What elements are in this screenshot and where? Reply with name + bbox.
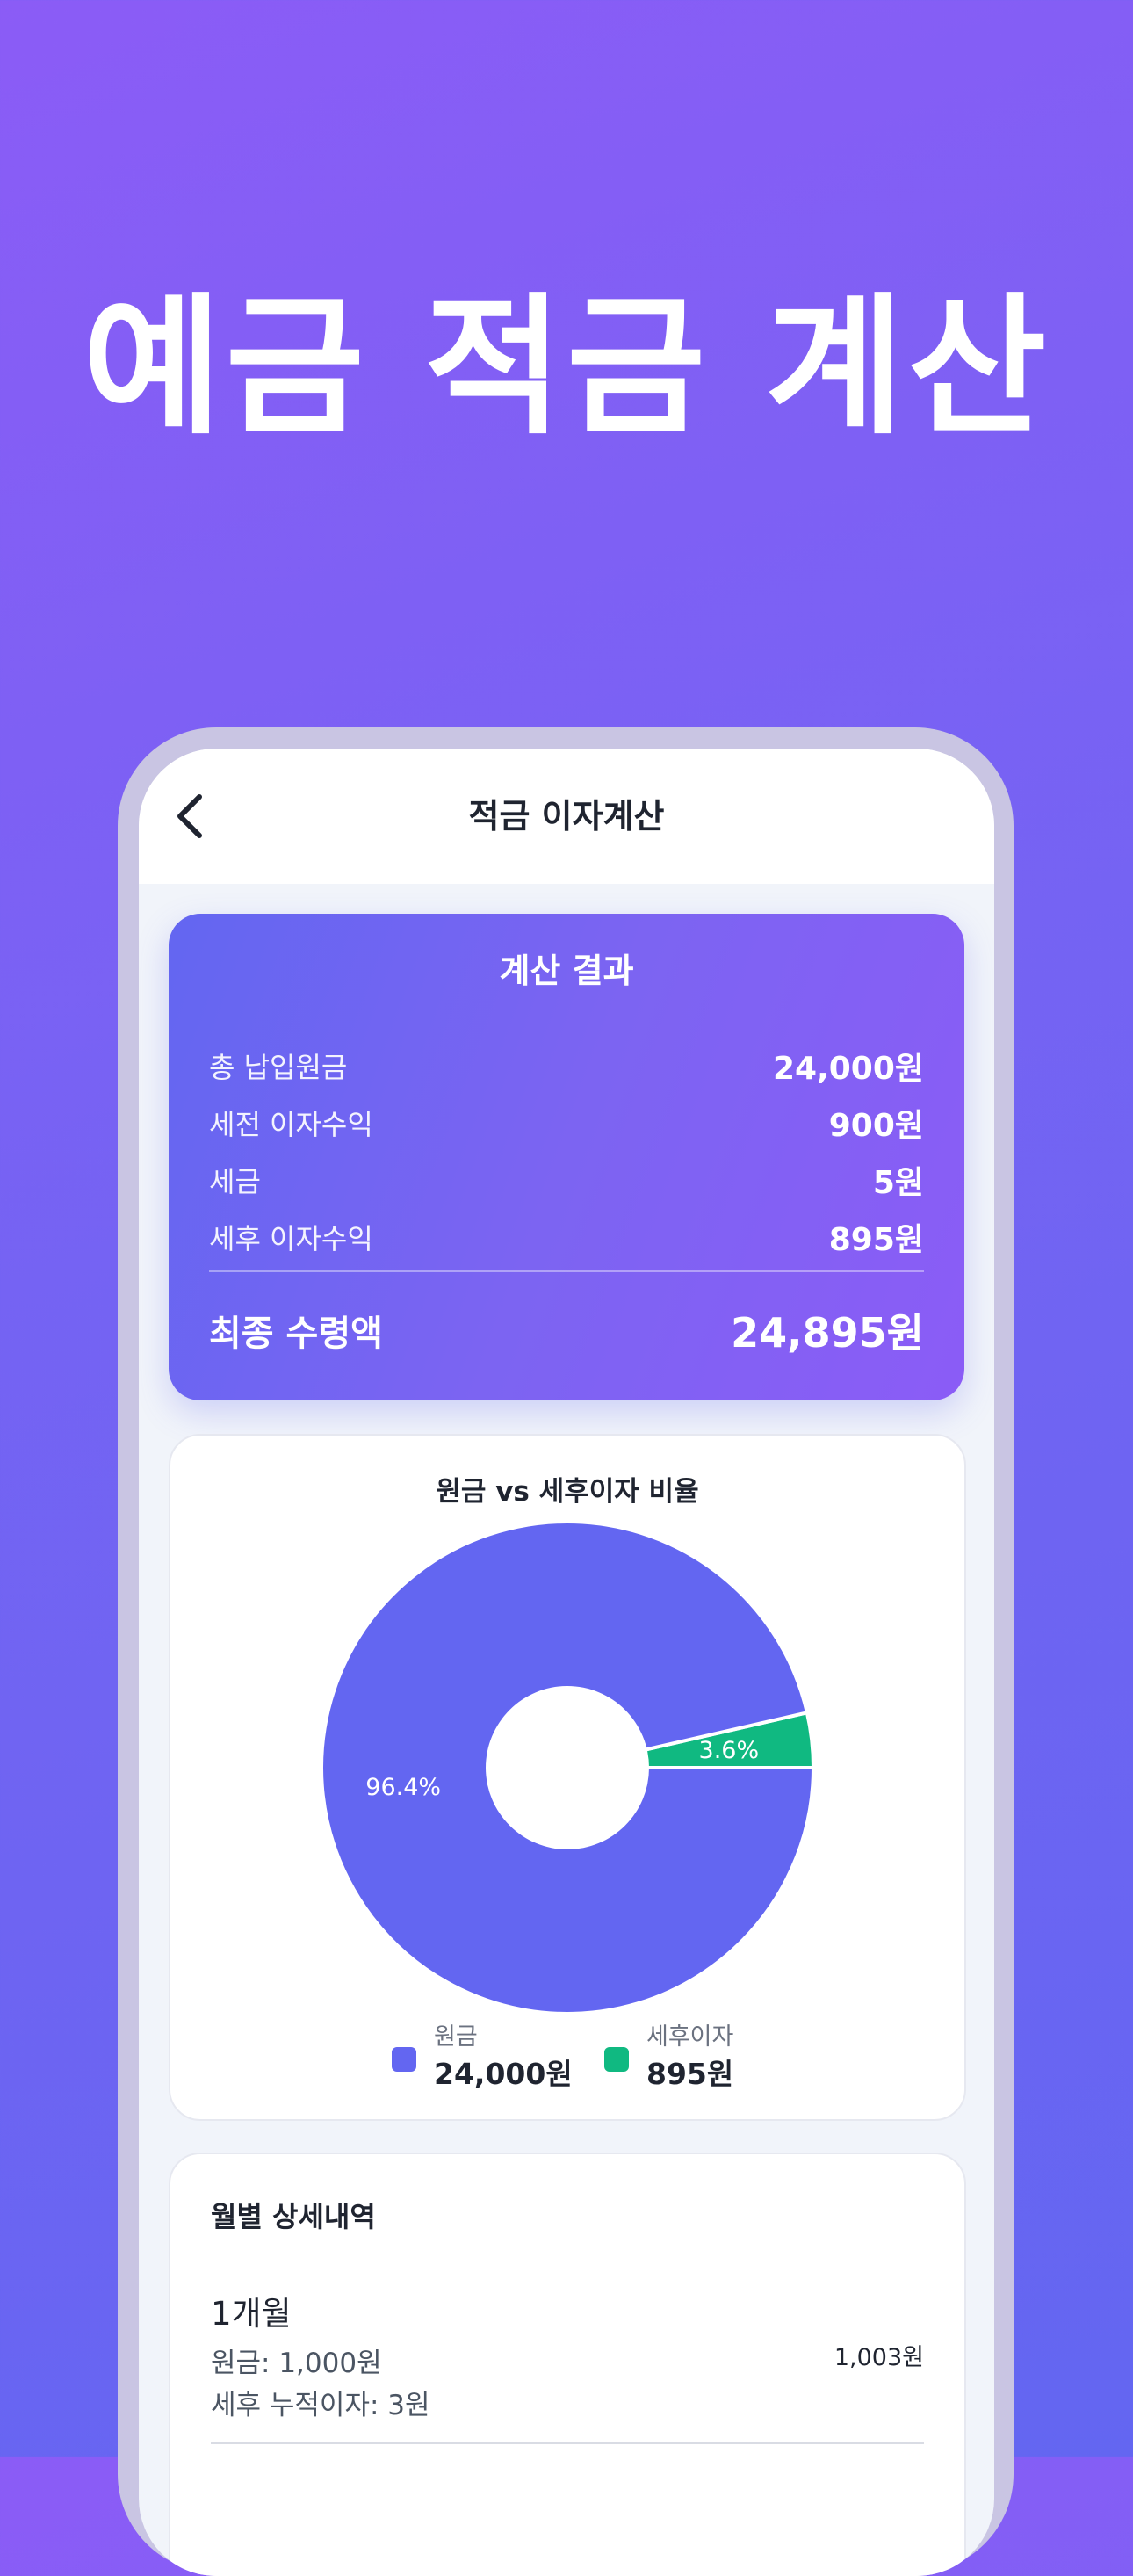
pie-label-principal: 96.4% (365, 1774, 441, 1801)
list-divider (211, 2442, 924, 2444)
month-principal: 원금: 1,000원 (211, 2348, 382, 2379)
result-row-label: 총 납입원금 (209, 1051, 348, 1084)
legend-value: 895원 (646, 2057, 734, 2091)
legend-swatch (604, 2047, 629, 2072)
hero-title: 예금 적금 계산 (83, 279, 1050, 455)
legend-value: 24,000원 (434, 2057, 573, 2091)
result-row-label: 세금 (209, 1165, 261, 1198)
phone-screen: 적금 이자계산 계산 결과 총 납입원금 24,000원 세전 이자수익 900… (139, 749, 994, 2576)
ratio-chart-card: 원금 vs 세후이자 비율 3.6% 96.4% 원금 24,000원 세후이자 … (169, 1434, 966, 2121)
final-amount-value: 24,895원 (731, 1309, 924, 1357)
monthly-detail-title: 월별 상세내역 (211, 2200, 376, 2233)
result-title: 계산 결과 (499, 952, 634, 990)
final-amount-label: 최종 수령액 (209, 1313, 383, 1354)
result-row-total-principal: 총 납입원금 24,000원 (209, 1044, 924, 1088)
result-row-value: 900원 (828, 1108, 924, 1144)
legend-name: 세후이자 (646, 2023, 734, 2051)
month-interest: 세후 누적이자: 3원 (211, 2390, 430, 2421)
result-row-pretax-interest: 세전 이자수익 900원 (209, 1101, 924, 1145)
result-row-tax: 세금 5원 (209, 1158, 924, 1202)
legend-swatch (392, 2047, 416, 2072)
result-row-label: 세전 이자수익 (209, 1108, 373, 1141)
monthly-detail-card: 월별 상세내역 1개월 원금: 1,000원 세후 누적이자: 3원 1,003… (169, 2153, 966, 2576)
month-label: 1개월 (211, 2295, 292, 2333)
result-row-value: 895원 (828, 1222, 924, 1258)
result-row-final-amount: 최종 수령액 24,895원 (209, 1304, 924, 1357)
month-total: 1,003원 (834, 2344, 924, 2371)
result-row-label: 세후 이자수익 (209, 1222, 373, 1255)
result-divider (209, 1270, 924, 1272)
legend-name: 원금 (434, 2023, 478, 2051)
page-title: 적금 이자계산 (468, 797, 665, 836)
result-row-aftertax-interest: 세후 이자수익 895원 (209, 1215, 924, 1259)
calculation-result-card: 계산 결과 총 납입원금 24,000원 세전 이자수익 900원 세금 5원 … (169, 914, 964, 1400)
result-row-value: 5원 (872, 1165, 924, 1201)
result-row-value: 24,000원 (772, 1051, 924, 1087)
navigation-bar: 적금 이자계산 (139, 749, 994, 884)
pie-label-interest: 3.6% (699, 1737, 760, 1764)
donut-chart: 3.6% 96.4% (320, 1520, 816, 2015)
donut-hole (486, 1686, 649, 1849)
